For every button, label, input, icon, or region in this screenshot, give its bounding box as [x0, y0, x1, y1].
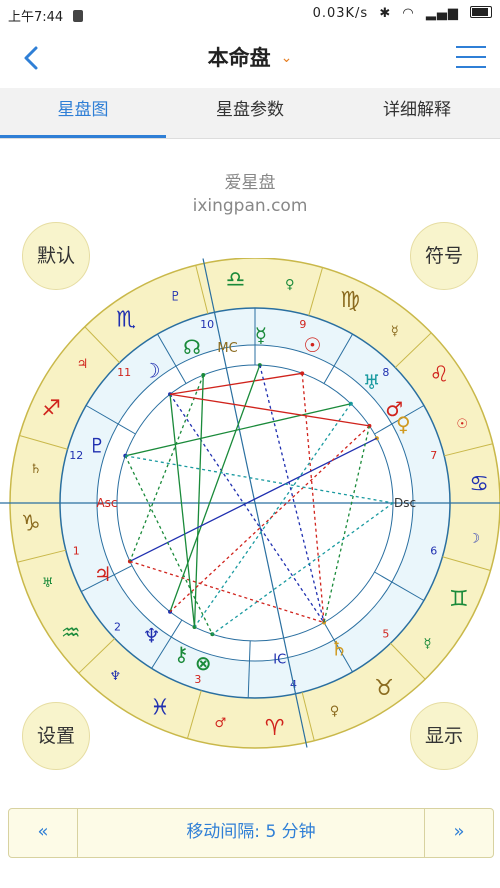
sign-ruler-glyph: ☿: [391, 324, 399, 339]
display-button[interactable]: 显示: [410, 702, 478, 770]
sign-ruler-glyph: ♀: [285, 277, 295, 292]
house-number: 12: [69, 449, 83, 462]
sign-ruler-glyph: ♅: [42, 576, 54, 591]
bluetooth-icon: ✱: [379, 6, 392, 21]
sign-ruler-glyph: ☽: [468, 531, 480, 546]
tab-parameters[interactable]: 星盘参数: [167, 88, 333, 136]
house-number: 10: [200, 318, 214, 331]
house-number: 2: [114, 621, 121, 634]
tab-bar: 星盘图 星盘参数 详细解释: [0, 88, 500, 139]
natal-chart-wheel[interactable]: ♑♄♒♅♓♆♈♂♉♀♊☿♋☽♌☉♍☿♎♀♏♇♐♃123456789101112A…: [0, 258, 500, 758]
zodiac-sign-glyph: ♉: [374, 676, 394, 701]
sign-ruler-glyph: ♀: [330, 704, 340, 719]
next-step-button[interactable]: »: [424, 809, 493, 857]
zodiac-sign-glyph: ♑: [21, 511, 41, 536]
zodiac-sign-glyph: ♐: [41, 397, 61, 422]
symbols-button[interactable]: 符号: [410, 222, 478, 290]
sign-ruler-glyph: ♆: [109, 669, 121, 684]
signal-icon: ▂▄▆: [425, 6, 459, 21]
page-title-text: 本命盘: [207, 46, 271, 70]
house-number: 11: [117, 366, 131, 379]
status-time: 上午7:44: [8, 10, 64, 25]
zodiac-sign-glyph: ♍: [340, 288, 360, 313]
sign-ruler-glyph: ☉: [456, 417, 468, 432]
sign-ruler-glyph: ♃: [77, 357, 89, 372]
house-number: 5: [382, 628, 389, 641]
zodiac-sign-glyph: ♓: [150, 696, 170, 721]
tab-chart[interactable]: 星盘图: [0, 88, 166, 138]
chevron-down-icon[interactable]: ⌄: [281, 50, 293, 66]
house-number: 8: [382, 366, 389, 379]
status-right: 0.03K/s ✱ ◠ ▂▄▆: [313, 6, 492, 21]
fortune-glyph: ⊗: [195, 651, 212, 675]
battery-icon: [470, 6, 492, 18]
uranus-glyph: ♅: [363, 370, 381, 394]
pluto-glyph: ♇: [88, 434, 106, 458]
nav-bar: 本命盘 ⌄: [0, 28, 500, 88]
dsc-label: Dsc: [394, 496, 416, 510]
zodiac-sign-glyph: ♒: [61, 621, 81, 646]
house-number: 1: [73, 545, 80, 558]
chiron-glyph: ⚷: [174, 642, 189, 666]
house-number: 6: [430, 545, 437, 558]
asc-label: Asc: [96, 496, 117, 510]
zodiac-sign-glyph: ♊: [449, 587, 469, 612]
tab-details[interactable]: 详细解释: [334, 88, 500, 136]
menu-icon[interactable]: [456, 46, 486, 72]
default-button[interactable]: 默认: [22, 222, 90, 290]
mercury-glyph: ☿: [255, 323, 267, 347]
page-title[interactable]: 本命盘 ⌄: [0, 42, 500, 72]
settings-button[interactable]: 设置: [22, 702, 90, 770]
zodiac-sign-glyph: ♏: [116, 307, 136, 332]
brand-url: ixingpan.com: [192, 196, 308, 216]
sign-ruler-glyph: ♄: [30, 462, 42, 477]
mc-label: MC: [217, 341, 237, 356]
node-glyph: ☊: [183, 335, 201, 359]
saturn-glyph: ♄: [330, 636, 348, 660]
sim-icon: [73, 10, 84, 22]
sign-ruler-glyph: ☿: [424, 636, 432, 651]
zodiac-sign-glyph: ♈: [265, 716, 285, 741]
interval-label[interactable]: 移动间隔: 5 分钟: [77, 809, 425, 857]
sign-ruler-glyph: ♂: [214, 716, 226, 731]
brand-name: 爱星盘: [224, 173, 276, 193]
moon-glyph: ☽: [143, 359, 161, 383]
ic-label: IC: [273, 653, 286, 668]
sun-glyph: ☉: [303, 333, 321, 357]
zodiac-sign-glyph: ♌: [429, 363, 449, 388]
zodiac-sign-glyph: ♋: [469, 472, 489, 497]
house-number: 9: [299, 318, 306, 331]
wifi-icon: ◠: [402, 6, 415, 21]
status-speed: 0.03K/s: [312, 6, 369, 21]
sign-ruler-glyph: ♇: [170, 289, 182, 304]
status-left: 上午7:44: [8, 6, 84, 25]
zodiac-sign-glyph: ♎: [226, 268, 246, 293]
mars-glyph: ♂: [385, 397, 403, 421]
status-bar: 上午7:44 0.03K/s ✱ ◠ ▂▄▆: [0, 0, 500, 28]
prev-step-button[interactable]: «: [9, 809, 78, 857]
house-number: 7: [430, 449, 437, 462]
jupiter-glyph: ♃: [94, 562, 112, 586]
neptune-glyph: ♆: [143, 623, 161, 647]
time-step-bar: « 移动间隔: 5 分钟 »: [8, 808, 494, 858]
